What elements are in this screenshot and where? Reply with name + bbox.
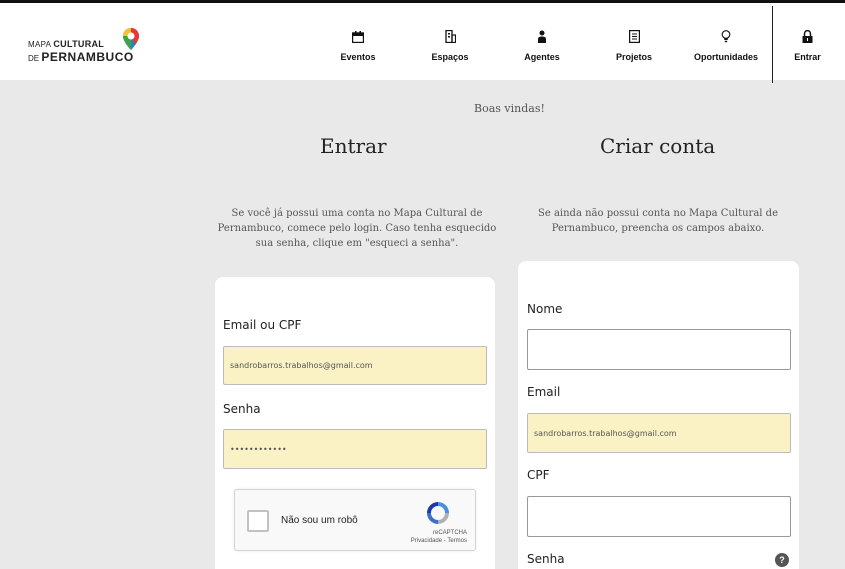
logo-line-2: DE PERNAMBUCO (28, 50, 134, 64)
nav-agentes[interactable]: Agentes (496, 6, 588, 83)
cpf-input[interactable] (527, 496, 791, 537)
document-icon (628, 28, 640, 46)
name-input[interactable] (527, 329, 791, 370)
signup-email-label: Email (527, 385, 561, 399)
recaptcha-checkbox[interactable] (247, 510, 269, 532)
map-pin-icon (123, 28, 139, 50)
cpf-label: CPF (527, 468, 550, 482)
lock-icon (802, 28, 813, 46)
site-logo[interactable]: MAPA CULTURAL DE PERNAMBUCO (28, 27, 148, 67)
lightbulb-icon (721, 28, 731, 46)
person-icon (537, 28, 547, 46)
nav-entrar[interactable]: Entrar (772, 6, 842, 83)
signup-email-input[interactable]: sandrobarros.trabalhos@gmail.com (527, 413, 791, 453)
login-description: Se você já possui uma conta no Mapa Cult… (217, 208, 497, 249)
help-icon[interactable]: ? (775, 553, 789, 567)
signup-title: Criar conta (600, 134, 716, 158)
email-cpf-label: Email ou CPF (223, 318, 302, 332)
login-password-input[interactable]: •••••••••••• (223, 429, 487, 469)
logo-line-1: MAPA CULTURAL (28, 39, 105, 49)
nav-espacos[interactable]: Espaços (404, 6, 496, 83)
recaptcha-links[interactable]: Privacidade - Termos (411, 537, 467, 545)
email-cpf-input[interactable]: sandrobarros.trabalhos@gmail.com (223, 346, 487, 385)
name-label: Nome (527, 302, 563, 316)
calendar-icon (352, 28, 364, 46)
recaptcha-widget: Não sou um robô reCAPTCHA Privacidade - … (234, 489, 476, 551)
nav-eventos[interactable]: Eventos (312, 6, 404, 83)
login-title: Entrar (320, 134, 387, 158)
signup-description: Se ainda não possui conta no Mapa Cultur… (538, 208, 778, 234)
recaptcha-label: Não sou um robô (281, 515, 358, 526)
recaptcha-brand: reCAPTCHA Privacidade - Termos (410, 530, 467, 545)
nav-projetos[interactable]: Projetos (588, 6, 680, 83)
main-nav: Eventos Espaços Agentes Projetos Oportun… (312, 6, 842, 83)
top-bar: MAPA CULTURAL DE PERNAMBUCO Eventos Espa… (0, 0, 845, 83)
signup-password-label: Senha (527, 552, 565, 566)
welcome-text: Boas vindas! (474, 102, 545, 115)
login-password-label: Senha (223, 402, 261, 416)
nav-oportunidades[interactable]: Oportunidades (680, 6, 772, 83)
building-icon (444, 28, 456, 46)
recaptcha-icon (427, 502, 449, 524)
